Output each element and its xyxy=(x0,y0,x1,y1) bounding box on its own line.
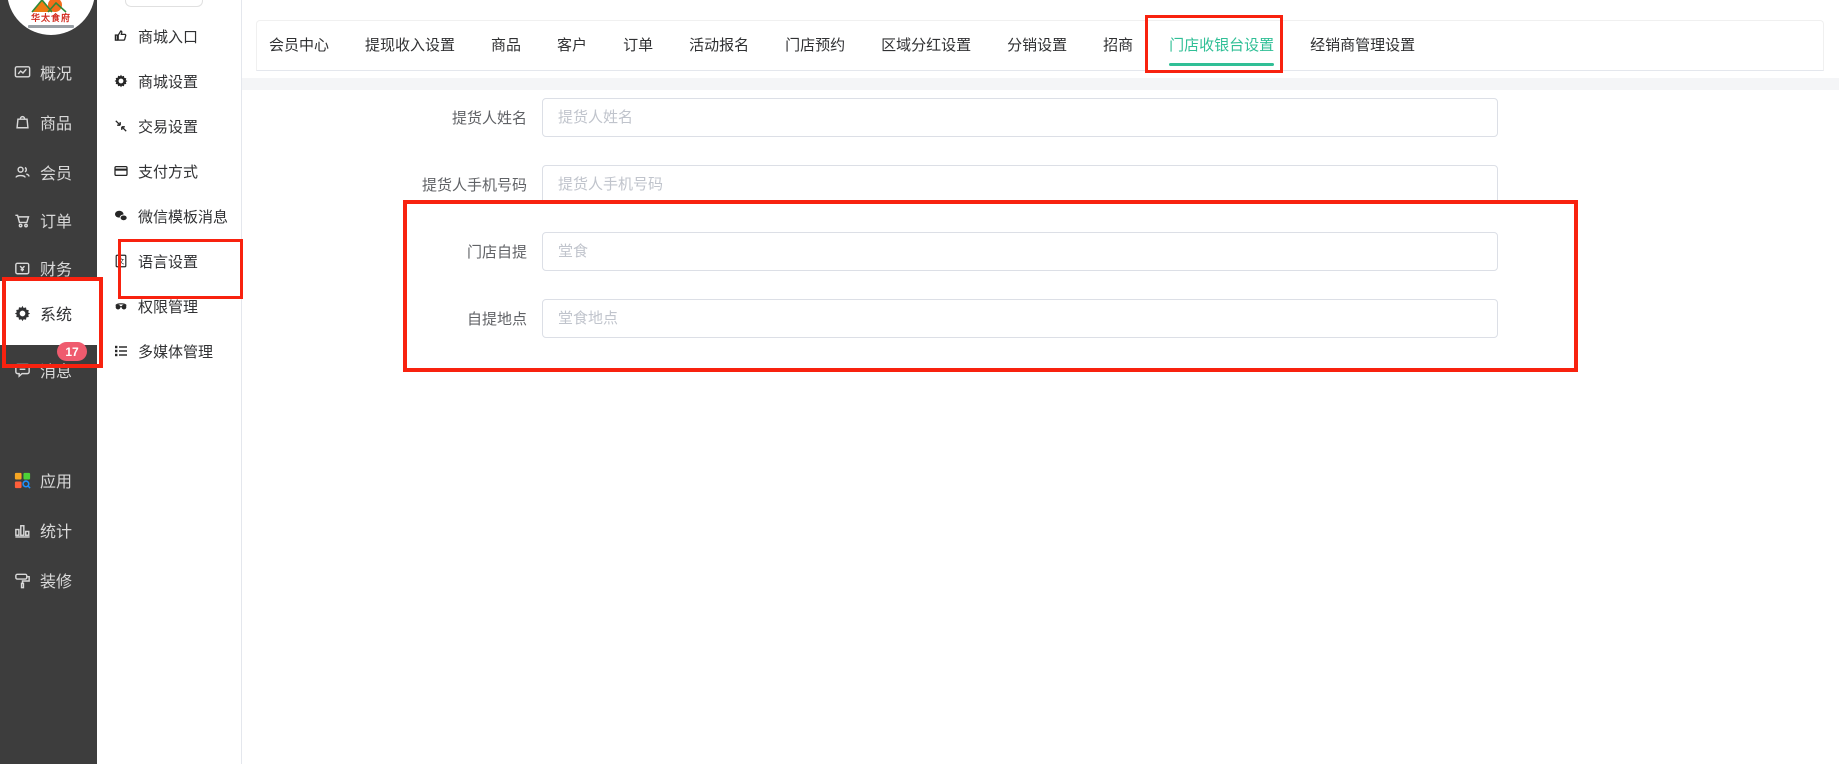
logo-subtitle-bar xyxy=(28,25,74,28)
sidebar-item-label: 会员 xyxy=(40,160,72,184)
sidebar-item-apps[interactable]: 应用 xyxy=(0,465,97,495)
subnav-item-label: 交易设置 xyxy=(138,116,198,137)
system-notification-badge: 17 xyxy=(57,342,87,361)
sidebar-item-goods[interactable]: 商品 xyxy=(0,107,97,137)
main-content: 会员中心 提现收入设置 商品 客户 订单 活动报名 门店预约 区域分红设置 分销… xyxy=(242,0,1839,764)
subnav-item-permission-management[interactable]: 权限管理 xyxy=(97,291,242,321)
sidebar-item-label: 应用 xyxy=(40,468,72,492)
paint-roller-icon xyxy=(12,570,32,590)
subnav-item-payment-methods[interactable]: 支付方式 xyxy=(97,156,242,186)
subnav-item-language-settings[interactable]: 文 语言设置 xyxy=(97,246,242,276)
sidebar-item-members[interactable]: 会员 xyxy=(0,157,97,187)
form-row-pickup-name: 提货人姓名 xyxy=(242,98,1498,137)
sidebar-item-system[interactable]: 系统 xyxy=(0,298,97,328)
sidebar-item-overview[interactable]: 概况 xyxy=(0,57,97,87)
pickup-location-label: 自提地点 xyxy=(242,308,527,329)
members-icon xyxy=(12,162,32,182)
settings-tab-bar: 会员中心 提现收入设置 商品 客户 订单 活动报名 门店预约 区域分红设置 分销… xyxy=(256,20,1824,71)
sidebar-item-label: 商品 xyxy=(40,110,72,134)
credit-card-icon xyxy=(112,163,129,180)
message-bubble-icon xyxy=(12,360,32,380)
stats-bars-icon xyxy=(12,520,32,540)
subnav-item-mall-entry[interactable]: 商城入口 xyxy=(97,21,242,51)
sidebar-item-label: 消息 xyxy=(40,358,72,382)
thumb-up-icon xyxy=(112,28,129,45)
tab-customer[interactable]: 客户 xyxy=(557,21,587,70)
tab-activity-signup[interactable]: 活动报名 xyxy=(689,21,749,70)
pickup-name-label: 提货人姓名 xyxy=(242,107,527,128)
pickup-name-input[interactable] xyxy=(542,98,1498,137)
truncated-item-fragment xyxy=(125,0,203,7)
store-pickup-input[interactable] xyxy=(542,232,1498,271)
tab-distribution-settings[interactable]: 分销设置 xyxy=(1007,21,1067,70)
form-row-pickup-phone: 提货人手机号码 xyxy=(242,165,1498,204)
app-window: 华太食府 概况 商品 xyxy=(0,0,1839,764)
secondary-sidebar: 商城入口 商城设置 交易设置 xyxy=(97,0,242,764)
language-document-icon: 文 xyxy=(112,253,129,270)
tab-goods[interactable]: 商品 xyxy=(491,21,521,70)
apps-grid-icon xyxy=(12,470,32,490)
tab-investment[interactable]: 招商 xyxy=(1103,21,1133,70)
form-row-pickup-location: 自提地点 xyxy=(242,299,1498,338)
svg-text:文: 文 xyxy=(117,256,124,265)
mask-icon xyxy=(112,298,129,315)
sidebar-item-label: 装修 xyxy=(40,568,72,592)
goods-bag-icon xyxy=(12,112,32,132)
subnav-item-label: 权限管理 xyxy=(138,296,198,317)
subnav-item-label: 商城入口 xyxy=(138,26,198,47)
finance-icon xyxy=(12,258,32,278)
tab-dealer-management-settings[interactable]: 经销商管理设置 xyxy=(1310,21,1415,70)
sidebar-item-stats[interactable]: 统计 xyxy=(0,515,97,545)
store-pickup-label: 门店自提 xyxy=(242,241,527,262)
orders-cart-icon xyxy=(12,210,32,230)
subnav-item-label: 微信模板消息 xyxy=(138,206,228,227)
pickup-phone-label: 提货人手机号码 xyxy=(242,174,527,195)
tab-order[interactable]: 订单 xyxy=(623,21,653,70)
pickup-location-input[interactable] xyxy=(542,299,1498,338)
tab-store-reservation[interactable]: 门店预约 xyxy=(785,21,845,70)
tab-member-center[interactable]: 会员中心 xyxy=(269,21,329,70)
sidebar-item-decorate[interactable]: 装修 xyxy=(0,565,97,595)
primary-sidebar: 华太食府 概况 商品 xyxy=(0,0,97,764)
sidebar-item-label: 财务 xyxy=(40,256,72,280)
sidebar-item-label: 系统 xyxy=(40,301,72,325)
section-divider-band xyxy=(242,78,1839,90)
pickup-phone-input[interactable] xyxy=(542,165,1498,204)
subnav-item-label: 语言设置 xyxy=(138,251,198,272)
system-gear-icon xyxy=(12,303,32,323)
logo-mountain-icon xyxy=(28,0,74,13)
subnav-item-label: 商城设置 xyxy=(138,71,198,92)
sidebar-item-label: 概况 xyxy=(40,60,72,84)
gear-icon xyxy=(112,73,129,90)
tab-withdraw-income-settings[interactable]: 提现收入设置 xyxy=(365,21,455,70)
tab-region-dividend-settings[interactable]: 区域分红设置 xyxy=(881,21,971,70)
brand-logo: 华太食府 xyxy=(7,0,95,35)
logo-text: 华太食府 xyxy=(7,13,95,23)
sidebar-item-label: 订单 xyxy=(40,208,72,232)
subnav-item-label: 多媒体管理 xyxy=(138,341,213,362)
sidebar-item-label: 统计 xyxy=(40,518,72,542)
sidebar-item-finance[interactable]: 财务 xyxy=(0,253,97,283)
overview-icon xyxy=(12,62,32,82)
compress-arrows-icon xyxy=(112,118,129,135)
tab-store-cashier-settings[interactable]: 门店收银台设置 xyxy=(1169,21,1274,70)
form-row-store-pickup: 门店自提 xyxy=(242,232,1498,271)
subnav-item-label: 支付方式 xyxy=(138,161,198,182)
sidebar-item-orders[interactable]: 订单 xyxy=(0,205,97,235)
subnav-item-mall-settings[interactable]: 商城设置 xyxy=(97,66,242,96)
list-icon xyxy=(112,343,129,360)
subnav-item-trade-settings[interactable]: 交易设置 xyxy=(97,111,242,141)
subnav-item-wechat-template-message[interactable]: 微信模板消息 xyxy=(97,201,242,231)
wechat-icon xyxy=(112,208,129,225)
sidebar-active-row-background: 系统 xyxy=(0,281,97,345)
subnav-item-media-management[interactable]: 多媒体管理 xyxy=(97,336,242,366)
